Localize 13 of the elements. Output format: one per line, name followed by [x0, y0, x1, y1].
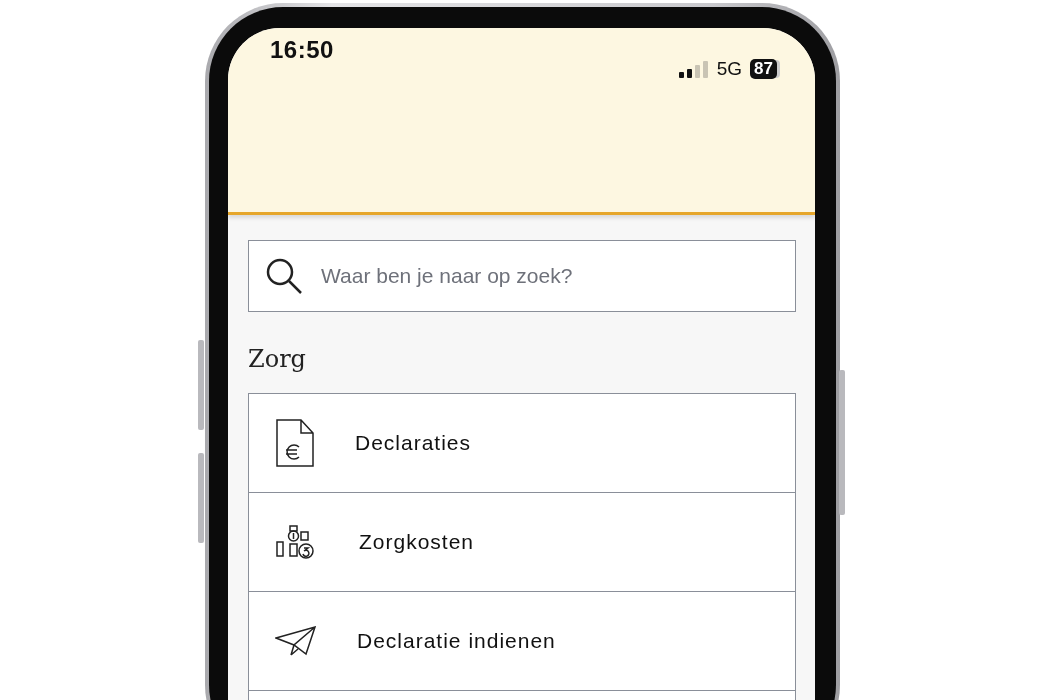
- euro-document-icon: [275, 418, 315, 468]
- paper-plane-icon: [275, 626, 317, 656]
- search-field[interactable]: Waar ben je naar op zoek?: [319, 263, 779, 289]
- menu-item[interactable]: Declaraties: [249, 394, 795, 493]
- section-title: Zorg: [248, 345, 307, 373]
- search-bar[interactable]: Waar ben je naar op zoek?: [248, 240, 796, 312]
- status-time: 16:50: [270, 36, 334, 64]
- search-icon: [265, 257, 303, 295]
- menu-item[interactable]: Declaratie indienen: [249, 592, 795, 691]
- signal-icon: [678, 60, 709, 78]
- network-label: 5G: [716, 58, 743, 80]
- menu-item[interactable]: Zorgkosten: [249, 493, 795, 592]
- battery-indicator: 87: [750, 59, 777, 79]
